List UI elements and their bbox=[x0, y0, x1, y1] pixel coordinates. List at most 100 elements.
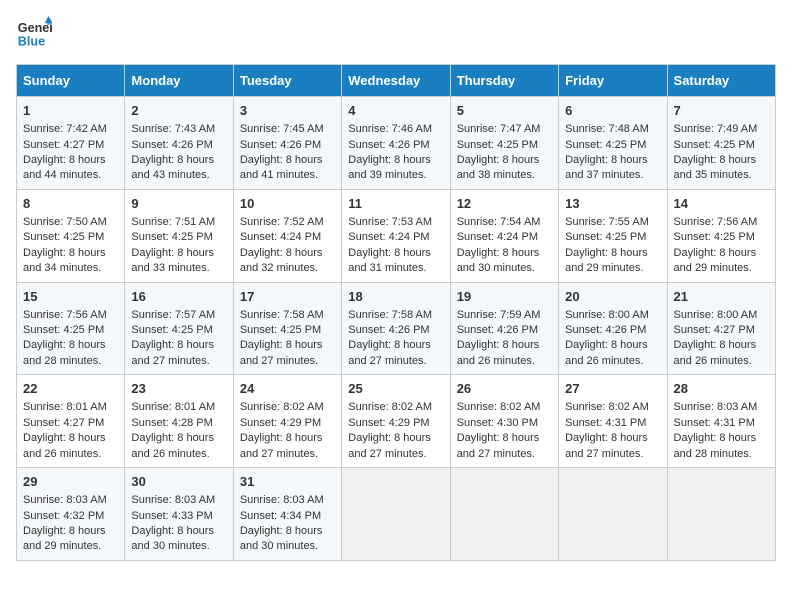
sunrise-label: Sunrise: 8:01 AM bbox=[23, 401, 107, 413]
calendar-cell: 31 Sunrise: 8:03 AM Sunset: 4:34 PM Dayl… bbox=[233, 468, 341, 561]
daylight-label: Daylight: 8 hours and 41 minutes. bbox=[240, 154, 323, 181]
calendar-week-row: 15 Sunrise: 7:56 AM Sunset: 4:25 PM Dayl… bbox=[17, 282, 776, 375]
day-number: 27 bbox=[565, 380, 660, 398]
day-number: 29 bbox=[23, 473, 118, 491]
calendar-cell: 20 Sunrise: 8:00 AM Sunset: 4:26 PM Dayl… bbox=[559, 282, 667, 375]
sunset-label: Sunset: 4:26 PM bbox=[348, 324, 429, 336]
day-number: 7 bbox=[674, 102, 769, 120]
daylight-label: Daylight: 8 hours and 27 minutes. bbox=[240, 339, 323, 366]
daylight-label: Daylight: 8 hours and 27 minutes. bbox=[348, 339, 431, 366]
day-number: 1 bbox=[23, 102, 118, 120]
sunset-label: Sunset: 4:26 PM bbox=[131, 139, 212, 151]
day-number: 21 bbox=[674, 288, 769, 306]
sunrise-label: Sunrise: 7:58 AM bbox=[240, 309, 324, 321]
sunset-label: Sunset: 4:25 PM bbox=[565, 231, 646, 243]
sunset-label: Sunset: 4:24 PM bbox=[240, 231, 321, 243]
sunset-label: Sunset: 4:25 PM bbox=[131, 324, 212, 336]
calendar-cell: 23 Sunrise: 8:01 AM Sunset: 4:28 PM Dayl… bbox=[125, 375, 233, 468]
sunset-label: Sunset: 4:25 PM bbox=[674, 139, 755, 151]
sunset-label: Sunset: 4:31 PM bbox=[565, 417, 646, 429]
sunset-label: Sunset: 4:24 PM bbox=[457, 231, 538, 243]
calendar-cell: 11 Sunrise: 7:53 AM Sunset: 4:24 PM Dayl… bbox=[342, 189, 450, 282]
calendar-cell: 14 Sunrise: 7:56 AM Sunset: 4:25 PM Dayl… bbox=[667, 189, 775, 282]
sunrise-label: Sunrise: 8:02 AM bbox=[565, 401, 649, 413]
calendar-cell: 21 Sunrise: 8:00 AM Sunset: 4:27 PM Dayl… bbox=[667, 282, 775, 375]
calendar-body: 1 Sunrise: 7:42 AM Sunset: 4:27 PM Dayli… bbox=[17, 97, 776, 561]
day-number: 12 bbox=[457, 195, 552, 213]
calendar-week-row: 29 Sunrise: 8:03 AM Sunset: 4:32 PM Dayl… bbox=[17, 468, 776, 561]
daylight-label: Daylight: 8 hours and 26 minutes. bbox=[674, 339, 757, 366]
sunset-label: Sunset: 4:26 PM bbox=[457, 324, 538, 336]
sunset-label: Sunset: 4:33 PM bbox=[131, 510, 212, 522]
daylight-label: Daylight: 8 hours and 27 minutes. bbox=[131, 339, 214, 366]
calendar-cell bbox=[667, 468, 775, 561]
day-number: 10 bbox=[240, 195, 335, 213]
sunrise-label: Sunrise: 8:01 AM bbox=[131, 401, 215, 413]
sunrise-label: Sunrise: 7:49 AM bbox=[674, 123, 758, 135]
day-number: 25 bbox=[348, 380, 443, 398]
day-number: 8 bbox=[23, 195, 118, 213]
weekday-header: Thursday bbox=[450, 65, 558, 97]
calendar-cell: 1 Sunrise: 7:42 AM Sunset: 4:27 PM Dayli… bbox=[17, 97, 125, 190]
sunrise-label: Sunrise: 8:03 AM bbox=[131, 494, 215, 506]
day-number: 24 bbox=[240, 380, 335, 398]
sunrise-label: Sunrise: 7:45 AM bbox=[240, 123, 324, 135]
sunset-label: Sunset: 4:26 PM bbox=[565, 324, 646, 336]
day-number: 20 bbox=[565, 288, 660, 306]
sunset-label: Sunset: 4:25 PM bbox=[240, 324, 321, 336]
daylight-label: Daylight: 8 hours and 37 minutes. bbox=[565, 154, 648, 181]
day-number: 5 bbox=[457, 102, 552, 120]
sunrise-label: Sunrise: 7:43 AM bbox=[131, 123, 215, 135]
calendar-cell: 25 Sunrise: 8:02 AM Sunset: 4:29 PM Dayl… bbox=[342, 375, 450, 468]
daylight-label: Daylight: 8 hours and 31 minutes. bbox=[348, 247, 431, 274]
sunrise-label: Sunrise: 7:50 AM bbox=[23, 216, 107, 228]
sunset-label: Sunset: 4:25 PM bbox=[23, 324, 104, 336]
sunrise-label: Sunrise: 7:51 AM bbox=[131, 216, 215, 228]
sunset-label: Sunset: 4:27 PM bbox=[23, 417, 104, 429]
calendar-cell: 12 Sunrise: 7:54 AM Sunset: 4:24 PM Dayl… bbox=[450, 189, 558, 282]
sunrise-label: Sunrise: 7:46 AM bbox=[348, 123, 432, 135]
calendar-cell: 24 Sunrise: 8:02 AM Sunset: 4:29 PM Dayl… bbox=[233, 375, 341, 468]
day-number: 16 bbox=[131, 288, 226, 306]
weekday-header: Sunday bbox=[17, 65, 125, 97]
weekday-header: Monday bbox=[125, 65, 233, 97]
calendar-cell: 13 Sunrise: 7:55 AM Sunset: 4:25 PM Dayl… bbox=[559, 189, 667, 282]
day-number: 3 bbox=[240, 102, 335, 120]
daylight-label: Daylight: 8 hours and 29 minutes. bbox=[565, 247, 648, 274]
day-number: 31 bbox=[240, 473, 335, 491]
daylight-label: Daylight: 8 hours and 28 minutes. bbox=[23, 339, 106, 366]
calendar-cell: 19 Sunrise: 7:59 AM Sunset: 4:26 PM Dayl… bbox=[450, 282, 558, 375]
calendar-cell: 4 Sunrise: 7:46 AM Sunset: 4:26 PM Dayli… bbox=[342, 97, 450, 190]
daylight-label: Daylight: 8 hours and 27 minutes. bbox=[565, 432, 648, 459]
day-number: 4 bbox=[348, 102, 443, 120]
weekday-header: Tuesday bbox=[233, 65, 341, 97]
day-number: 14 bbox=[674, 195, 769, 213]
day-number: 18 bbox=[348, 288, 443, 306]
calendar-cell: 8 Sunrise: 7:50 AM Sunset: 4:25 PM Dayli… bbox=[17, 189, 125, 282]
sunset-label: Sunset: 4:34 PM bbox=[240, 510, 321, 522]
calendar-cell: 3 Sunrise: 7:45 AM Sunset: 4:26 PM Dayli… bbox=[233, 97, 341, 190]
sunset-label: Sunset: 4:25 PM bbox=[23, 231, 104, 243]
daylight-label: Daylight: 8 hours and 29 minutes. bbox=[674, 247, 757, 274]
calendar-cell: 16 Sunrise: 7:57 AM Sunset: 4:25 PM Dayl… bbox=[125, 282, 233, 375]
sunrise-label: Sunrise: 8:00 AM bbox=[565, 309, 649, 321]
sunrise-label: Sunrise: 8:02 AM bbox=[348, 401, 432, 413]
logo-icon: General Blue bbox=[16, 16, 52, 52]
sunrise-label: Sunrise: 7:55 AM bbox=[565, 216, 649, 228]
daylight-label: Daylight: 8 hours and 26 minutes. bbox=[457, 339, 540, 366]
sunrise-label: Sunrise: 8:02 AM bbox=[457, 401, 541, 413]
sunrise-label: Sunrise: 7:56 AM bbox=[23, 309, 107, 321]
sunrise-label: Sunrise: 8:03 AM bbox=[240, 494, 324, 506]
day-number: 22 bbox=[23, 380, 118, 398]
daylight-label: Daylight: 8 hours and 29 minutes. bbox=[23, 525, 106, 552]
calendar-week-row: 22 Sunrise: 8:01 AM Sunset: 4:27 PM Dayl… bbox=[17, 375, 776, 468]
sunrise-label: Sunrise: 7:47 AM bbox=[457, 123, 541, 135]
calendar-cell: 17 Sunrise: 7:58 AM Sunset: 4:25 PM Dayl… bbox=[233, 282, 341, 375]
sunset-label: Sunset: 4:31 PM bbox=[674, 417, 755, 429]
svg-text:General: General bbox=[18, 21, 52, 35]
daylight-label: Daylight: 8 hours and 30 minutes. bbox=[457, 247, 540, 274]
sunrise-label: Sunrise: 7:57 AM bbox=[131, 309, 215, 321]
day-number: 11 bbox=[348, 195, 443, 213]
sunrise-label: Sunrise: 8:03 AM bbox=[23, 494, 107, 506]
sunset-label: Sunset: 4:27 PM bbox=[23, 139, 104, 151]
